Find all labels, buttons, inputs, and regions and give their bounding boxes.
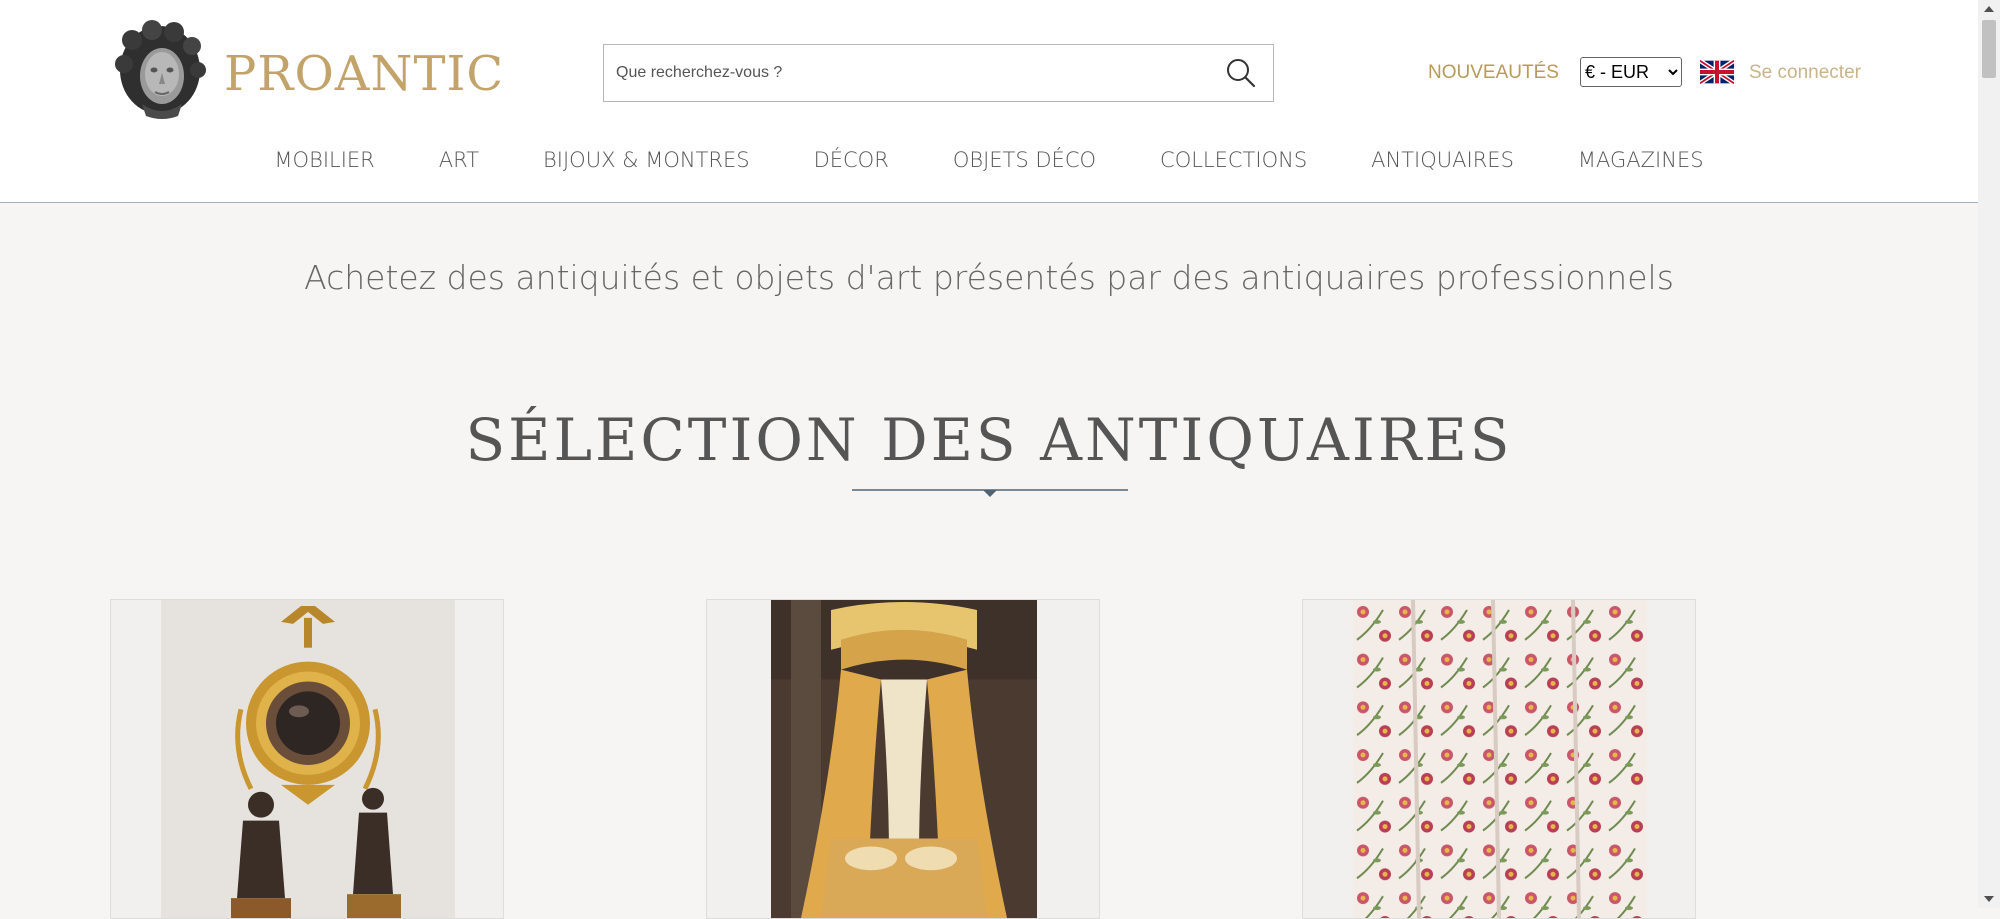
section-title: SÉLECTION DES ANTIQUAIRES <box>465 406 1513 474</box>
nav-item-art[interactable]: ART <box>439 148 479 172</box>
nav-item-bijoux-montres[interactable]: BIJOUX & MONTRES <box>543 148 750 172</box>
login-link[interactable]: Se connecter <box>1749 60 1861 86</box>
nav-item-decor[interactable]: DÉCOR <box>814 148 889 172</box>
title-underline-divider <box>852 489 1128 497</box>
floral-curtain-photo <box>1353 600 1647 918</box>
nav-item-mobilier[interactable]: MOBILIER <box>274 148 374 172</box>
page-scrollbar[interactable] <box>1978 0 2000 908</box>
selection-card-3[interactable] <box>1302 599 1696 919</box>
medusa-head-logo-icon[interactable] <box>112 18 208 120</box>
search-button[interactable] <box>1209 45 1273 101</box>
selection-card-2[interactable] <box>706 599 1100 919</box>
page-tagline: Achetez des antiquités et objets d'art p… <box>304 258 1674 297</box>
nouveautes-link[interactable]: NOUVEAUTÉS <box>1428 60 1559 86</box>
nav-item-magazines[interactable]: MAGAZINES <box>1578 148 1704 172</box>
currency-select[interactable]: € - EUR <box>1580 57 1682 87</box>
uk-flag-icon[interactable] <box>1700 60 1734 84</box>
nav-item-collections[interactable]: COLLECTIONS <box>1160 148 1307 172</box>
nav-item-antiquaires[interactable]: ANTIQUAIRES <box>1371 148 1514 172</box>
search-bar <box>603 44 1274 102</box>
logo-wordmark[interactable]: PROANTIC <box>224 46 504 102</box>
search-icon <box>1227 59 1256 88</box>
scrollbar-thumb[interactable] <box>1982 20 1996 78</box>
scroll-down-arrow-icon[interactable] <box>1978 890 2000 908</box>
canopy-bed-photo <box>771 600 1037 918</box>
search-input[interactable] <box>604 45 1204 101</box>
selection-card-1[interactable] <box>110 599 504 919</box>
mirror-and-bronzes-photo <box>161 600 455 918</box>
site-header: PROANTIC NOUVEAUTÉS € - EUR Se connecter… <box>0 0 1978 203</box>
nav-item-objets-deco[interactable]: OBJETS DÉCO <box>953 148 1096 172</box>
main-nav: MOBILIER ART BIJOUX & MONTRES DÉCOR OBJE… <box>0 140 1978 180</box>
scroll-up-arrow-icon[interactable] <box>1978 0 2000 18</box>
